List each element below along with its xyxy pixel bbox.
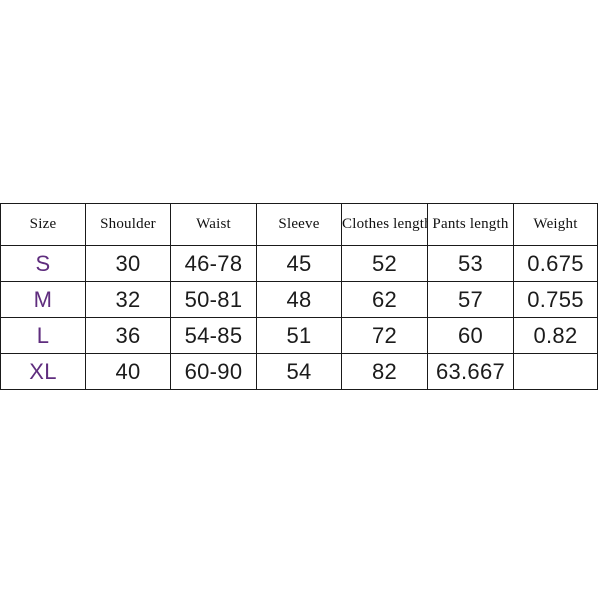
column-header-size: Size <box>0 203 86 246</box>
cell-sleeve: 51 <box>256 317 342 354</box>
cell-sleeve: 45 <box>256 245 342 282</box>
table-row: S 30 46-78 45 52 53 0.675 <box>0 245 598 282</box>
size-chart-header: Size Shoulder Waist Sleeve Clothes lengt… <box>0 203 598 246</box>
cell-pants-length: 53 <box>427 245 514 282</box>
cell-pants-length: 57 <box>427 281 514 318</box>
table-row: L 36 54-85 51 72 60 0.82 <box>0 317 598 354</box>
header-row: Size Shoulder Waist Sleeve Clothes lengt… <box>0 203 598 246</box>
cell-sleeve: 54 <box>256 353 342 390</box>
column-header-weight: Weight <box>513 203 598 246</box>
cell-shoulder: 32 <box>85 281 171 318</box>
cell-shoulder: 40 <box>85 353 171 390</box>
size-chart-container: Size Shoulder Waist Sleeve Clothes lengt… <box>0 203 598 390</box>
cell-clothes-length: 62 <box>341 281 428 318</box>
cell-clothes-length: 82 <box>341 353 428 390</box>
cell-weight: 0.82 <box>513 317 598 354</box>
cell-weight: 0.675 <box>513 245 598 282</box>
column-header-sleeve: Sleeve <box>256 203 342 246</box>
cell-size: M <box>0 281 86 318</box>
cell-waist: 46-78 <box>170 245 257 282</box>
column-header-pants-length: Pants length <box>427 203 514 246</box>
cell-weight: 0.755 <box>513 281 598 318</box>
cell-size: XL <box>0 353 86 390</box>
cell-size: S <box>0 245 86 282</box>
cell-size: L <box>0 317 86 354</box>
cell-weight <box>513 353 598 390</box>
cell-shoulder: 36 <box>85 317 171 354</box>
column-header-shoulder: Shoulder <box>85 203 171 246</box>
cell-shoulder: 30 <box>85 245 171 282</box>
cell-waist: 50-81 <box>170 281 257 318</box>
table-row: XL 40 60-90 54 82 63.667 <box>0 353 598 390</box>
cell-waist: 54-85 <box>170 317 257 354</box>
size-chart-body: S 30 46-78 45 52 53 0.675 M 32 50-81 48 … <box>0 245 598 390</box>
cell-pants-length: 63.667 <box>427 353 514 390</box>
cell-pants-length: 60 <box>427 317 514 354</box>
cell-clothes-length: 72 <box>341 317 428 354</box>
page-canvas: Size Shoulder Waist Sleeve Clothes lengt… <box>0 0 600 600</box>
table-row: M 32 50-81 48 62 57 0.755 <box>0 281 598 318</box>
cell-clothes-length: 52 <box>341 245 428 282</box>
cell-sleeve: 48 <box>256 281 342 318</box>
cell-waist: 60-90 <box>170 353 257 390</box>
column-header-clothes-length: Clothes length <box>341 203 428 246</box>
size-chart-table: Size Shoulder Waist Sleeve Clothes lengt… <box>0 203 598 390</box>
column-header-waist: Waist <box>170 203 257 246</box>
